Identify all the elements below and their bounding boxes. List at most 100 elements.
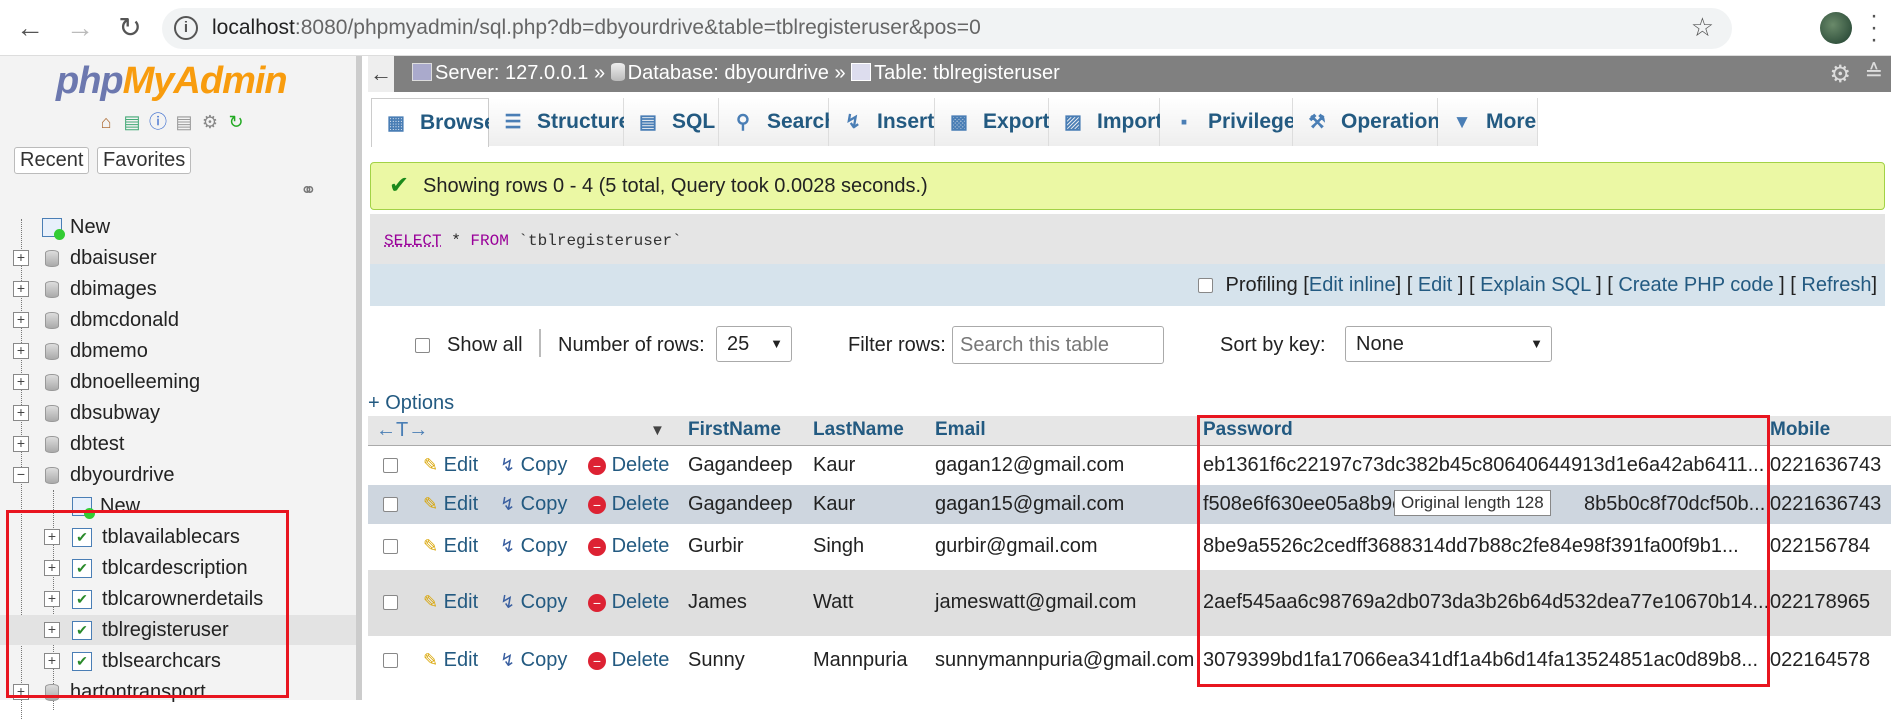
home-icon[interactable]: ⌂ (95, 111, 117, 133)
row-checkbox[interactable] (383, 539, 398, 554)
tree-item-db[interactable]: + dbmcdonald (0, 305, 356, 335)
cell-mobile[interactable]: 0221636743 (1770, 493, 1881, 516)
forward-arrow-icon[interactable]: → (62, 10, 98, 46)
tree-item-db[interactable]: + dbsubway (0, 398, 356, 428)
copy-action[interactable]: ↯ Copy (500, 493, 567, 516)
tree-item-db[interactable]: + dbimages (0, 274, 356, 304)
collapse-nav-arrow-icon[interactable]: ← (368, 56, 394, 92)
copy-action[interactable]: ↯ Copy (500, 454, 567, 477)
reload-icon[interactable]: ↻ (112, 10, 148, 46)
expand-icon[interactable]: + (13, 343, 29, 359)
tab-structure[interactable]: ☰ Structure (489, 98, 630, 146)
expand-icon[interactable]: + (13, 436, 29, 452)
edit-action[interactable]: ✎ Edit (423, 591, 478, 614)
recent-button[interactable]: Recent (14, 147, 90, 174)
edit-action[interactable]: ✎ Edit (423, 649, 478, 672)
cell-firstname[interactable]: Gurbir (688, 535, 744, 558)
cell-lastname[interactable]: Kaur (813, 493, 855, 516)
help-icon[interactable]: ⓘ (147, 111, 169, 133)
cell-email[interactable]: jameswatt@gmail.com (935, 591, 1136, 614)
cell-lastname[interactable]: Mannpuria (813, 649, 908, 672)
sql-keyword-select[interactable]: SELECT (384, 232, 442, 250)
settings-icon[interactable]: ⚙ (199, 111, 221, 133)
explain-sql-link[interactable]: Explain SQL (1480, 274, 1590, 296)
collapse-icon[interactable]: − (13, 467, 29, 483)
breadcrumb-table[interactable]: Table: tblregisteruser (874, 62, 1060, 84)
expand-icon[interactable]: + (13, 281, 29, 297)
tab-operations[interactable]: ⚒ Operations (1293, 98, 1452, 146)
reload-nav-icon[interactable]: ↻ (225, 111, 247, 133)
copy-action[interactable]: ↯ Copy (500, 591, 567, 614)
expand-icon[interactable]: + (13, 250, 29, 266)
bookmark-star-icon[interactable]: ☆ (1691, 12, 1714, 43)
delete-action[interactable]: − Delete (588, 535, 669, 558)
cell-lastname[interactable]: Watt (813, 591, 853, 614)
cell-email[interactable]: gurbir@gmail.com (935, 535, 1098, 558)
tab-browse[interactable]: ▦ Browse (371, 98, 496, 147)
phpmyadmin-logo[interactable]: phpMyAdmin (56, 60, 288, 103)
column-header-lastname[interactable]: LastName (813, 419, 904, 441)
cell-email[interactable]: gagan12@gmail.com (935, 454, 1124, 477)
cell-mobile[interactable]: 022164578 (1770, 649, 1870, 672)
create-php-link[interactable]: Create PHP code (1618, 274, 1773, 296)
number-of-rows-select[interactable]: 25 ▼ (716, 326, 792, 362)
site-info-icon[interactable]: i (174, 16, 198, 40)
expand-icon[interactable]: + (13, 312, 29, 328)
link-chain-icon[interactable]: ⚭ (300, 178, 317, 203)
favorites-button[interactable]: Favorites (97, 147, 192, 174)
cell-email[interactable]: sunnymannpuria@gmail.com (935, 649, 1194, 672)
settings-gear-icon[interactable]: ⚙ (1829, 60, 1851, 89)
browser-menu-icon[interactable]: · · · (1870, 4, 1880, 52)
edit-inline-link[interactable]: Edit inline (1309, 274, 1396, 296)
cell-mobile[interactable]: 022156784 (1770, 535, 1870, 558)
delete-action[interactable]: − Delete (588, 493, 669, 516)
tab-insert[interactable]: ↯ Insert (829, 98, 935, 146)
docs-icon[interactable]: ▤ (173, 111, 195, 133)
tab-search[interactable]: ⚲ Search (719, 98, 837, 146)
tree-item-db[interactable]: + dbaisuser (0, 243, 356, 273)
logout-icon[interactable]: ▤ (121, 111, 143, 133)
cell-firstname[interactable]: Gagandeep (688, 454, 793, 477)
options-link[interactable]: + Options (368, 392, 454, 415)
expand-icon[interactable]: + (13, 405, 29, 421)
tree-item-db[interactable]: + dbtest (0, 429, 356, 459)
tree-item-db[interactable]: + dbmemo (0, 336, 356, 366)
profiling-checkbox[interactable] (1198, 278, 1214, 294)
cell-email[interactable]: gagan15@gmail.com (935, 493, 1124, 516)
collapse-top-icon[interactable]: ≙ (1865, 60, 1883, 86)
column-header-firstname[interactable]: FirstName (688, 419, 781, 441)
address-bar[interactable]: i localhost:8080/phpmyadmin/sql.php?db=d… (162, 8, 1732, 49)
sort-by-key-select[interactable]: None ▼ (1345, 326, 1552, 362)
tab-more[interactable]: ▼ More (1438, 98, 1538, 146)
cell-firstname[interactable]: Gagandeep (688, 493, 793, 516)
row-checkbox[interactable] (383, 458, 398, 473)
delete-action[interactable]: − Delete (588, 649, 669, 672)
delete-action[interactable]: − Delete (588, 454, 669, 477)
row-checkbox[interactable] (383, 497, 398, 512)
tab-export[interactable]: ▩ Export (935, 98, 1050, 146)
cell-mobile[interactable]: 0221636743 (1770, 454, 1881, 477)
cell-lastname[interactable]: Singh (813, 535, 864, 558)
tab-privileges[interactable]: ▪ Privileges (1160, 98, 1307, 146)
tree-item-db[interactable]: + dbnoelleeming (0, 367, 356, 397)
edit-action[interactable]: ✎ Edit (423, 535, 478, 558)
profile-avatar[interactable] (1820, 12, 1852, 44)
sort-dropdown-icon[interactable]: ▼ (650, 422, 665, 439)
cell-firstname[interactable]: James (688, 591, 747, 614)
tab-sql[interactable]: ▤ SQL (624, 98, 719, 146)
copy-action[interactable]: ↯ Copy (500, 649, 567, 672)
breadcrumb-database[interactable]: Database: dbyourdrive » (628, 62, 846, 84)
cell-firstname[interactable]: Sunny (688, 649, 745, 672)
column-header-mobile[interactable]: Mobile (1770, 419, 1830, 441)
delete-action[interactable]: − Delete (588, 591, 669, 614)
cell-lastname[interactable]: Kaur (813, 454, 855, 477)
tree-item-db-expanded[interactable]: − dbyourdrive (0, 460, 356, 490)
row-checkbox[interactable] (383, 653, 398, 668)
edit-action[interactable]: ✎ Edit (423, 454, 478, 477)
tab-import[interactable]: ▨ Import (1049, 98, 1162, 146)
row-checkbox[interactable] (383, 595, 398, 610)
cell-mobile[interactable]: 022178965 (1770, 591, 1870, 614)
column-arrows-icon[interactable]: ←T→ (376, 419, 428, 442)
show-all-checkbox[interactable] (415, 338, 430, 353)
tree-item-new[interactable]: New (0, 212, 356, 242)
